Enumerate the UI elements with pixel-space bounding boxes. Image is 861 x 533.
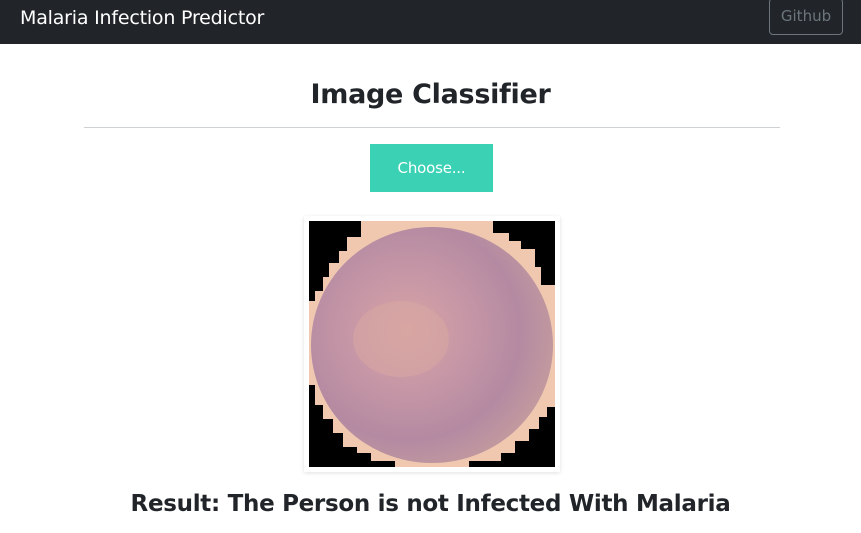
navbar: Malaria Infection Predictor Github	[0, 0, 861, 44]
result-text: Result: The Person is not Infected With …	[130, 491, 731, 517]
title-divider	[84, 127, 780, 128]
image-preview-frame	[304, 216, 560, 472]
github-button[interactable]: Github	[769, 0, 843, 35]
choose-file-button[interactable]: Choose...	[370, 144, 493, 192]
page-title: Image Classifier	[310, 79, 551, 110]
brand-title[interactable]: Malaria Infection Predictor	[20, 6, 264, 30]
blood-cell-image	[309, 221, 555, 467]
